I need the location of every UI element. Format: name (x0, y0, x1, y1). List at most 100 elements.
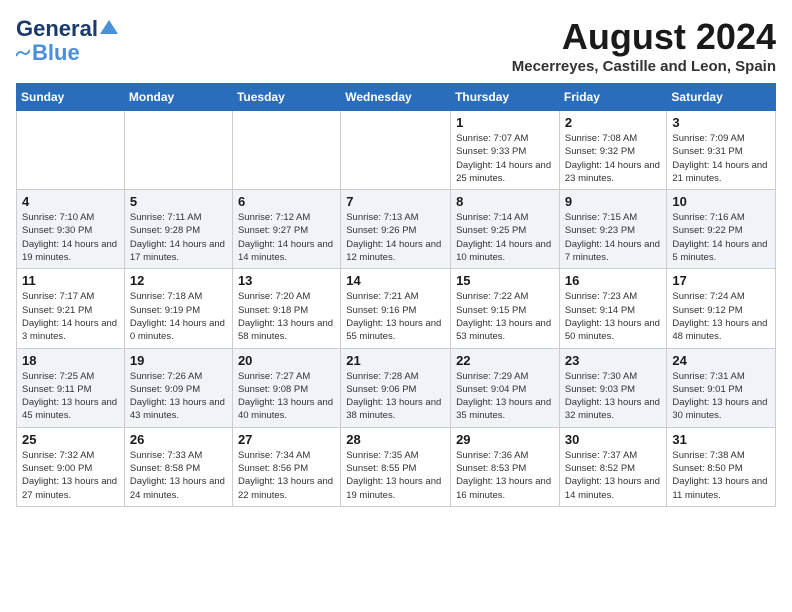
day-number: 31 (672, 432, 770, 447)
day-info: Sunrise: 7:38 AM Sunset: 8:50 PM Dayligh… (672, 449, 770, 502)
day-info: Sunrise: 7:34 AM Sunset: 8:56 PM Dayligh… (238, 449, 335, 502)
calendar-cell: 13 Sunrise: 7:20 AM Sunset: 9:18 PM Dayli… (232, 269, 340, 348)
day-info: Sunrise: 7:27 AM Sunset: 9:08 PM Dayligh… (238, 370, 335, 423)
calendar-cell: 18Sunrise: 7:25 AM Sunset: 9:11 PM Dayli… (17, 348, 125, 427)
day-number: 6 (238, 194, 335, 209)
calendar-cell: 9 Sunrise: 7:15 AM Sunset: 9:23 PM Daylig… (559, 190, 667, 269)
logo-text2: Blue (32, 40, 80, 66)
day-number: 28 (346, 432, 445, 447)
day-number: 12 (130, 273, 227, 288)
day-number: 19 (130, 353, 227, 368)
day-number: 4 (22, 194, 119, 209)
day-info: Sunrise: 7:18 AM Sunset: 9:19 PM Dayligh… (130, 290, 227, 343)
day-info: Sunrise: 7:17 AM Sunset: 9:21 PM Dayligh… (22, 290, 119, 343)
calendar-cell: 14 Sunrise: 7:21 AM Sunset: 9:16 PM Dayli… (341, 269, 451, 348)
calendar-cell: 3 Sunrise: 7:09 AM Sunset: 9:31 PM Daylig… (667, 111, 776, 190)
calendar-cell: 30 Sunrise: 7:37 AM Sunset: 8:52 PM Dayli… (559, 427, 667, 506)
week-row-5: 25Sunrise: 7:32 AM Sunset: 9:00 PM Dayli… (17, 427, 776, 506)
logo: General Blue (16, 16, 118, 66)
day-number: 24 (672, 353, 770, 368)
day-number: 3 (672, 115, 770, 130)
calendar-cell: 29Sunrise: 7:36 AM Sunset: 8:53 PM Dayli… (451, 427, 560, 506)
header-sunday: Sunday (17, 84, 125, 111)
calendar-cell: 23 Sunrise: 7:30 AM Sunset: 9:03 PM Dayli… (559, 348, 667, 427)
logo-wave-icon (16, 48, 30, 58)
calendar-cell (17, 111, 125, 190)
title-block: August 2024 Mecerreyes, Castille and Leo… (512, 16, 776, 75)
day-number: 5 (130, 194, 227, 209)
calendar-cell: 11 Sunrise: 7:17 AM Sunset: 9:21 PM Dayli… (17, 269, 125, 348)
calendar-cell: 1 Sunrise: 7:07 AM Sunset: 9:33 PM Daylig… (451, 111, 560, 190)
header-wednesday: Wednesday (341, 84, 451, 111)
day-info: Sunrise: 7:22 AM Sunset: 9:15 PM Dayligh… (456, 290, 554, 343)
calendar-cell: 19 Sunrise: 7:26 AM Sunset: 9:09 PM Dayli… (124, 348, 232, 427)
calendar-cell: 16 Sunrise: 7:23 AM Sunset: 9:14 PM Dayli… (559, 269, 667, 348)
day-info: Sunrise: 7:23 AM Sunset: 9:14 PM Dayligh… (565, 290, 662, 343)
day-info: Sunrise: 7:20 AM Sunset: 9:18 PM Dayligh… (238, 290, 335, 343)
calendar-cell: 4 Sunrise: 7:10 AM Sunset: 9:30 PM Daylig… (17, 190, 125, 269)
day-number: 13 (238, 273, 335, 288)
calendar-cell: 17Sunrise: 7:24 AM Sunset: 9:12 PM Dayli… (667, 269, 776, 348)
calendar-body: 1 Sunrise: 7:07 AM Sunset: 9:33 PM Daylig… (17, 111, 776, 507)
week-row-2: 4 Sunrise: 7:10 AM Sunset: 9:30 PM Daylig… (17, 190, 776, 269)
day-info: Sunrise: 7:09 AM Sunset: 9:31 PM Dayligh… (672, 132, 770, 185)
calendar-header-row: SundayMondayTuesdayWednesdayThursdayFrid… (17, 84, 776, 111)
week-row-1: 1 Sunrise: 7:07 AM Sunset: 9:33 PM Daylig… (17, 111, 776, 190)
calendar-cell: 22 Sunrise: 7:29 AM Sunset: 9:04 PM Dayli… (451, 348, 560, 427)
day-info: Sunrise: 7:21 AM Sunset: 9:16 PM Dayligh… (346, 290, 445, 343)
day-info: Sunrise: 7:10 AM Sunset: 9:30 PM Dayligh… (22, 211, 119, 264)
day-number: 16 (565, 273, 662, 288)
day-info: Sunrise: 7:11 AM Sunset: 9:28 PM Dayligh… (130, 211, 227, 264)
day-number: 30 (565, 432, 662, 447)
day-number: 15 (456, 273, 554, 288)
day-info: Sunrise: 7:12 AM Sunset: 9:27 PM Dayligh… (238, 211, 335, 264)
day-info: Sunrise: 7:14 AM Sunset: 9:25 PM Dayligh… (456, 211, 554, 264)
calendar-cell: 20Sunrise: 7:27 AM Sunset: 9:08 PM Dayli… (232, 348, 340, 427)
header-monday: Monday (124, 84, 232, 111)
day-number: 17 (672, 273, 770, 288)
week-row-3: 11 Sunrise: 7:17 AM Sunset: 9:21 PM Dayli… (17, 269, 776, 348)
day-number: 14 (346, 273, 445, 288)
day-number: 10 (672, 194, 770, 209)
week-row-4: 18Sunrise: 7:25 AM Sunset: 9:11 PM Dayli… (17, 348, 776, 427)
day-number: 25 (22, 432, 119, 447)
day-number: 23 (565, 353, 662, 368)
logo-text1: General (16, 16, 98, 42)
day-info: Sunrise: 7:30 AM Sunset: 9:03 PM Dayligh… (565, 370, 662, 423)
calendar-cell: 2 Sunrise: 7:08 AM Sunset: 9:32 PM Daylig… (559, 111, 667, 190)
logo-icon (100, 18, 118, 36)
header-thursday: Thursday (451, 84, 560, 111)
calendar-cell (232, 111, 340, 190)
day-info: Sunrise: 7:07 AM Sunset: 9:33 PM Dayligh… (456, 132, 554, 185)
calendar-cell: 7Sunrise: 7:13 AM Sunset: 9:26 PM Daylig… (341, 190, 451, 269)
calendar-cell: 10 Sunrise: 7:16 AM Sunset: 9:22 PM Dayli… (667, 190, 776, 269)
day-info: Sunrise: 7:08 AM Sunset: 9:32 PM Dayligh… (565, 132, 662, 185)
calendar-cell: 28 Sunrise: 7:35 AM Sunset: 8:55 PM Dayli… (341, 427, 451, 506)
day-number: 22 (456, 353, 554, 368)
day-number: 27 (238, 432, 335, 447)
day-number: 8 (456, 194, 554, 209)
month-title: August 2024 (512, 16, 776, 58)
header-friday: Friday (559, 84, 667, 111)
calendar-cell: 12 Sunrise: 7:18 AM Sunset: 9:19 PM Dayli… (124, 269, 232, 348)
calendar-table: SundayMondayTuesdayWednesdayThursdayFrid… (16, 83, 776, 507)
day-info: Sunrise: 7:16 AM Sunset: 9:22 PM Dayligh… (672, 211, 770, 264)
day-info: Sunrise: 7:15 AM Sunset: 9:23 PM Dayligh… (565, 211, 662, 264)
day-info: Sunrise: 7:13 AM Sunset: 9:26 PM Dayligh… (346, 211, 445, 264)
day-info: Sunrise: 7:37 AM Sunset: 8:52 PM Dayligh… (565, 449, 662, 502)
day-info: Sunrise: 7:29 AM Sunset: 9:04 PM Dayligh… (456, 370, 554, 423)
calendar-cell: 25Sunrise: 7:32 AM Sunset: 9:00 PM Dayli… (17, 427, 125, 506)
day-number: 1 (456, 115, 554, 130)
day-number: 26 (130, 432, 227, 447)
day-number: 11 (22, 273, 119, 288)
day-info: Sunrise: 7:25 AM Sunset: 9:11 PM Dayligh… (22, 370, 119, 423)
calendar-cell: 6 Sunrise: 7:12 AM Sunset: 9:27 PM Daylig… (232, 190, 340, 269)
header-tuesday: Tuesday (232, 84, 340, 111)
day-info: Sunrise: 7:26 AM Sunset: 9:09 PM Dayligh… (130, 370, 227, 423)
location-subtitle: Mecerreyes, Castille and Leon, Spain (512, 58, 776, 75)
day-number: 2 (565, 115, 662, 130)
day-number: 9 (565, 194, 662, 209)
header-saturday: Saturday (667, 84, 776, 111)
day-info: Sunrise: 7:35 AM Sunset: 8:55 PM Dayligh… (346, 449, 445, 502)
day-number: 21 (346, 353, 445, 368)
